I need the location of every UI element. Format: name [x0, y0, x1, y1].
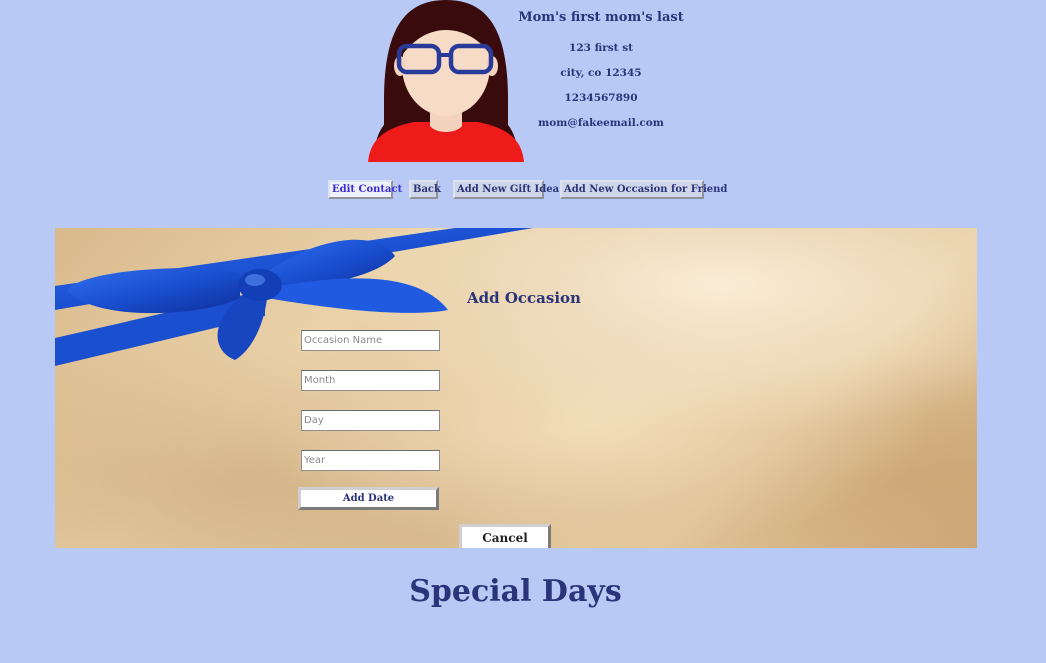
- contact-email: mom@fakeemail.com: [538, 117, 664, 129]
- nav-bar: Edit Contact Back Add New Gift Idea Add …: [0, 180, 1046, 200]
- avatar-icon: [368, 0, 524, 162]
- contact-name: Mom's first mom's last: [518, 10, 684, 25]
- add-occasion-button[interactable]: Add New Occasion for Friend: [560, 180, 727, 199]
- contact-city: city, co 12345: [560, 67, 642, 79]
- occasion-name-input[interactable]: [301, 330, 440, 351]
- contact-phone: 1234567890: [564, 92, 638, 104]
- contact-card: Mom's first mom's last 123 first st city…: [516, 10, 686, 141]
- add-occasion-title: Add Occasion: [467, 289, 581, 307]
- special-days-heading: Special Days: [409, 574, 622, 609]
- day-input[interactable]: [301, 410, 440, 431]
- month-input[interactable]: [301, 370, 440, 391]
- contact-address: 123 first st: [569, 42, 633, 54]
- year-input[interactable]: [301, 450, 440, 471]
- add-gift-idea-button[interactable]: Add New Gift Idea: [453, 180, 559, 199]
- back-button[interactable]: Back: [409, 180, 441, 199]
- add-date-button[interactable]: Add Date: [298, 487, 439, 510]
- cancel-button[interactable]: Cancel: [459, 524, 551, 548]
- ribbon-bow-icon: [55, 228, 533, 366]
- add-occasion-panel: Add Occasion Add Date Cancel: [55, 228, 977, 548]
- edit-contact-button[interactable]: Edit Contact: [328, 180, 402, 199]
